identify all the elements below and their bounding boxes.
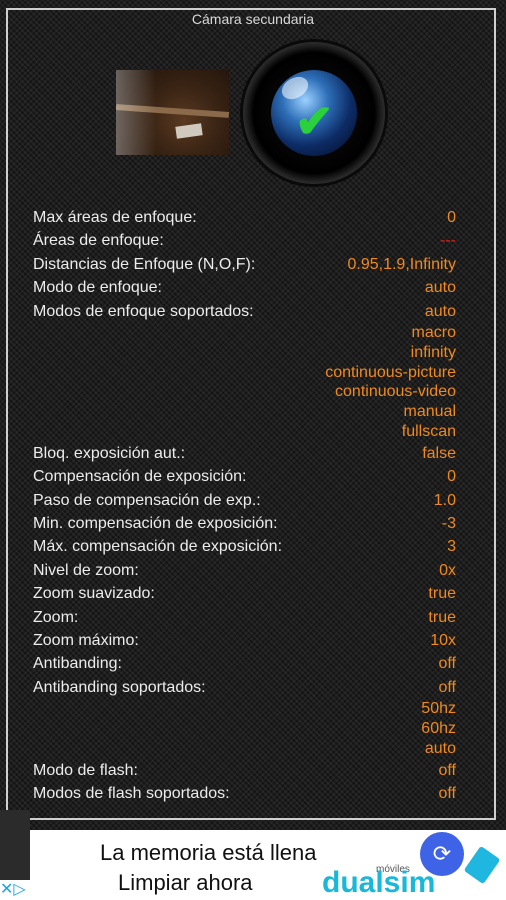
property-label: Distancias de Enfoque (N,O,F): [33, 255, 256, 273]
property-value: fullscan [401, 423, 456, 441]
property-values: false [422, 442, 456, 465]
property-values: auto [425, 276, 456, 299]
property-value: off [438, 655, 457, 673]
property-values: --- [440, 229, 456, 252]
property-values: 0x [439, 559, 456, 582]
property-row: Máx. compensación de exposición: 3 [33, 535, 456, 558]
property-label: Max áreas de enfoque: [33, 209, 197, 226]
property-label: Modos de enfoque soportados: [33, 302, 254, 320]
camera-preview-image[interactable] [116, 70, 229, 155]
property-value: infinity [410, 343, 456, 361]
property-value: 0.95,1.9,Infinity [347, 255, 456, 273]
property-label: Min. compensación de exposición: [33, 515, 278, 533]
property-row: Nivel de zoom: 0x [33, 559, 456, 582]
property-value: macro [411, 324, 456, 342]
property-row: Modos de flash soportados: off [33, 782, 456, 804]
property-row: Compensación de exposición: 0 [33, 465, 456, 488]
property-row: Áreas de enfoque: --- [33, 229, 456, 252]
property-row: Paso de compensación de exp.: 1.0 [33, 489, 456, 512]
property-values: auto macro infinity continuous-picture conti… [325, 300, 456, 442]
property-label: Antibanding soportados: [33, 678, 206, 696]
property-values: -3 [442, 512, 456, 535]
property-row: Antibanding soportados: off 50hz 60hz auto [33, 676, 456, 759]
property-value: true [428, 585, 456, 603]
property-values: 10x [430, 629, 456, 652]
property-value: -3 [441, 515, 456, 533]
property-row: Bloq. exposición aut.: false [33, 442, 456, 465]
property-label: Bloq. exposición aut.: [33, 444, 186, 462]
property-row: Modo de enfoque: auto [33, 276, 456, 299]
property-label: Zoom máximo: [33, 632, 139, 650]
property-value: 10x [430, 632, 456, 650]
property-value: off [438, 678, 457, 696]
property-label: Máx. compensación de exposición: [33, 538, 283, 556]
property-row: Modo de flash: off [33, 759, 456, 782]
property-label: Antibanding: [33, 655, 122, 673]
property-value: 0x [439, 561, 456, 579]
property-value: 50hz [421, 700, 456, 718]
property-value: 60hz [421, 720, 456, 738]
sim-card-icon [463, 845, 501, 885]
property-values: 0 [447, 206, 456, 229]
property-value: true [428, 608, 456, 626]
property-row: Zoom: true [33, 606, 456, 629]
camera-properties-list: Max áreas de enfoque: 0 Áreas de enfoque: -… [33, 206, 456, 804]
property-values: off 50hz 60hz auto [421, 676, 456, 759]
property-value: 0 [447, 209, 456, 226]
property-value: continuous-picture [325, 363, 456, 381]
property-value: manual [403, 403, 456, 421]
checkmark-icon: ✔ [295, 95, 334, 147]
property-values: 0.95,1.9,Infinity [347, 253, 456, 276]
ad-line2: Limpiar ahora [118, 870, 253, 895]
property-value: off [438, 785, 457, 803]
property-row: Max áreas de enfoque: 0 [33, 206, 456, 229]
property-row: Modos de enfoque soportados: auto macro inf… [33, 300, 456, 442]
camera-info-screen: Cámara secundaria ✔ Max áreas de enfoque… [0, 0, 506, 830]
property-label: Modo de enfoque: [33, 279, 162, 297]
ad-banner[interactable]: La memoria está llena Limpiar ahora móvi… [30, 830, 506, 900]
property-value: false [422, 444, 456, 462]
property-label: Modo de flash: [33, 761, 138, 779]
property-value: --- [440, 232, 456, 250]
ad-line1: La memoria está llena [100, 840, 317, 865]
property-values: off [439, 782, 457, 804]
ad-choices-icon[interactable]: ✕▷ [0, 880, 44, 900]
property-values: true [428, 606, 456, 629]
property-row: Zoom suavizado: true [33, 582, 456, 605]
cleanup-fab-icon[interactable]: ⟳ [420, 832, 464, 876]
property-label: Zoom suavizado: [33, 585, 155, 603]
property-label: Nivel de zoom: [33, 561, 139, 579]
camera-lens-check-icon[interactable]: ✔ [243, 42, 385, 184]
property-value: 1.0 [433, 491, 456, 509]
property-row: Min. compensación de exposición: -3 [33, 512, 456, 535]
property-values: 1.0 [434, 489, 456, 512]
property-value: auto [424, 302, 456, 320]
ad-brand-logo: dualsim [322, 866, 436, 899]
page-title: Cámara secundaria [191, 11, 315, 27]
property-value: auto [424, 739, 456, 757]
property-label: Zoom: [33, 608, 79, 626]
property-value: off [438, 761, 457, 779]
property-value: auto [424, 279, 456, 297]
property-values: off [439, 759, 457, 782]
property-row: Distancias de Enfoque (N,O,F): 0.95,1.9,I… [33, 253, 456, 276]
property-values: 3 [447, 535, 456, 558]
property-label: Modos de flash soportados: [33, 785, 230, 803]
property-values: 0 [447, 465, 456, 488]
property-label: Áreas de enfoque: [33, 232, 164, 250]
property-values: off [439, 652, 457, 675]
property-values: true [428, 582, 456, 605]
property-value: continuous-video [335, 383, 456, 401]
property-label: Paso de compensación de exp.: [33, 491, 261, 509]
property-label: Compensación de exposición: [33, 468, 247, 486]
property-row: Antibanding: off [33, 652, 456, 675]
property-row: Zoom máximo: 10x [33, 629, 456, 652]
property-value: 3 [447, 538, 456, 556]
property-value: 0 [447, 468, 456, 486]
